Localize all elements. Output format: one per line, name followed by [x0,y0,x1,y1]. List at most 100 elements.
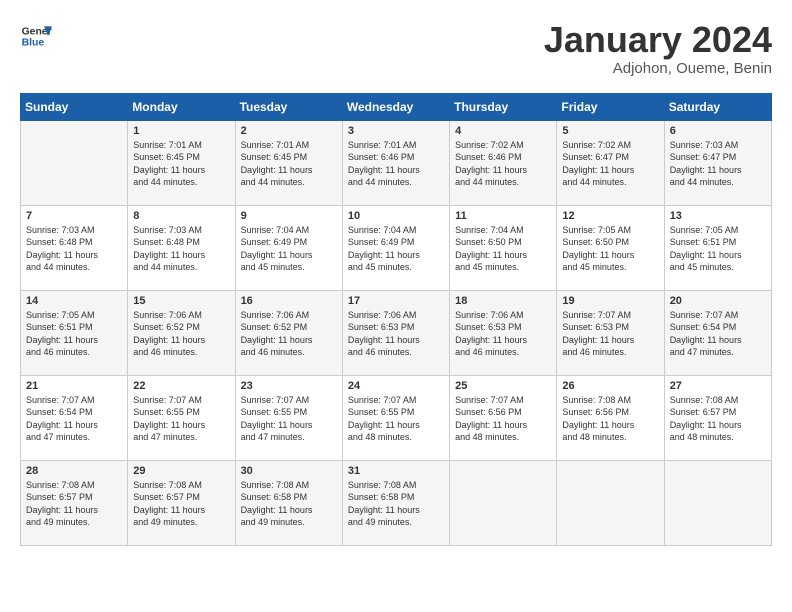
calendar-week-row: 28 Sunrise: 7:08 AM Sunset: 6:57 PM Dayli… [21,460,772,545]
day-info: Sunrise: 7:08 AM Sunset: 6:58 PM Dayligh… [348,479,444,529]
day-number: 15 [133,295,229,307]
calendar-day-cell: 1Sunrise: 7:01 AM Sunset: 6:45 PM Daylig… [128,120,235,205]
day-info: Sunrise: 7:06 AM Sunset: 6:52 PM Dayligh… [241,309,337,359]
day-info: Sunrise: 7:04 AM Sunset: 6:49 PM Dayligh… [241,224,337,274]
day-info: Sunrise: 7:05 AM Sunset: 6:51 PM Dayligh… [670,224,766,274]
day-info: Sunrise: 7:03 AM Sunset: 6:48 PM Dayligh… [133,224,229,274]
calendar-day-cell: 22 Sunrise: 7:07 AM Sunset: 6:55 PM Dayli… [128,375,235,460]
day-number: 9 [241,210,337,222]
day-info: Sunrise: 7:05 AM Sunset: 6:50 PM Dayligh… [562,224,658,274]
day-number: 5 [562,125,658,137]
logo: General Blue [20,20,52,52]
day-info: Sunrise: 7:07 AM Sunset: 6:53 PM Dayligh… [562,309,658,359]
day-number: 31 [348,465,444,477]
calendar-day-cell: 31 Sunrise: 7:08 AM Sunset: 6:58 PM Dayli… [342,460,449,545]
day-number: 30 [241,465,337,477]
calendar-day-cell: 9 Sunrise: 7:04 AM Sunset: 6:49 PM Daylig… [235,205,342,290]
day-info: Sunrise: 7:07 AM Sunset: 6:54 PM Dayligh… [26,394,122,444]
calendar-day-cell [450,460,557,545]
day-info: Sunrise: 7:08 AM Sunset: 6:57 PM Dayligh… [670,394,766,444]
day-number: 25 [455,380,551,392]
calendar-day-cell: 5 Sunrise: 7:02 AM Sunset: 6:47 PM Daylig… [557,120,664,205]
day-number: 26 [562,380,658,392]
day-number: 7 [26,210,122,222]
calendar-day-cell: 17 Sunrise: 7:06 AM Sunset: 6:53 PM Dayli… [342,290,449,375]
calendar-day-cell: 24Sunrise: 7:07 AM Sunset: 6:55 PM Dayli… [342,375,449,460]
calendar-day-cell: 6 Sunrise: 7:03 AM Sunset: 6:47 PM Daylig… [664,120,771,205]
day-number: 12 [562,210,658,222]
day-info: Sunrise: 7:03 AM Sunset: 6:47 PM Dayligh… [670,139,766,189]
weekday-header-cell: Wednesday [342,93,449,120]
day-info: Sunrise: 7:01 AM Sunset: 6:45 PM Dayligh… [133,139,229,189]
day-number: 6 [670,125,766,137]
day-info: Sunrise: 7:08 AM Sunset: 6:58 PM Dayligh… [241,479,337,529]
day-info: Sunrise: 7:02 AM Sunset: 6:46 PM Dayligh… [455,139,551,189]
calendar-day-cell: 28 Sunrise: 7:08 AM Sunset: 6:57 PM Dayli… [21,460,128,545]
weekday-header-cell: Friday [557,93,664,120]
calendar-day-cell: 27 Sunrise: 7:08 AM Sunset: 6:57 PM Dayli… [664,375,771,460]
calendar-day-cell: 29Sunrise: 7:08 AM Sunset: 6:57 PM Dayli… [128,460,235,545]
calendar-day-cell [664,460,771,545]
day-info: Sunrise: 7:06 AM Sunset: 6:53 PM Dayligh… [348,309,444,359]
day-number: 28 [26,465,122,477]
day-number: 22 [133,380,229,392]
weekday-header-cell: Saturday [664,93,771,120]
svg-text:Blue: Blue [22,38,45,49]
day-number: 14 [26,295,122,307]
calendar-day-cell: 21 Sunrise: 7:07 AM Sunset: 6:54 PM Dayli… [21,375,128,460]
weekday-header-cell: Sunday [21,93,128,120]
calendar-day-cell: 16 Sunrise: 7:06 AM Sunset: 6:52 PM Dayli… [235,290,342,375]
calendar-day-cell [21,120,128,205]
day-number: 27 [670,380,766,392]
calendar-day-cell: 23Sunrise: 7:07 AM Sunset: 6:55 PM Dayli… [235,375,342,460]
calendar-day-cell: 13 Sunrise: 7:05 AM Sunset: 6:51 PM Dayli… [664,205,771,290]
calendar-day-cell: 7 Sunrise: 7:03 AM Sunset: 6:48 PM Daylig… [21,205,128,290]
calendar-body: 1Sunrise: 7:01 AM Sunset: 6:45 PM Daylig… [21,120,772,545]
day-info: Sunrise: 7:08 AM Sunset: 6:56 PM Dayligh… [562,394,658,444]
calendar-day-cell: 20Sunrise: 7:07 AM Sunset: 6:54 PM Dayli… [664,290,771,375]
calendar-day-cell: 4 Sunrise: 7:02 AM Sunset: 6:46 PM Daylig… [450,120,557,205]
day-number: 4 [455,125,551,137]
day-info: Sunrise: 7:01 AM Sunset: 6:45 PM Dayligh… [241,139,337,189]
day-info: Sunrise: 7:07 AM Sunset: 6:55 PM Dayligh… [241,394,337,444]
calendar-week-row: 1Sunrise: 7:01 AM Sunset: 6:45 PM Daylig… [21,120,772,205]
day-number: 3 [348,125,444,137]
day-number: 10 [348,210,444,222]
calendar-week-row: 14 Sunrise: 7:05 AM Sunset: 6:51 PM Dayli… [21,290,772,375]
day-info: Sunrise: 7:07 AM Sunset: 6:56 PM Dayligh… [455,394,551,444]
day-info: Sunrise: 7:02 AM Sunset: 6:47 PM Dayligh… [562,139,658,189]
calendar-day-cell: 26 Sunrise: 7:08 AM Sunset: 6:56 PM Dayli… [557,375,664,460]
calendar-day-cell: 12 Sunrise: 7:05 AM Sunset: 6:50 PM Dayli… [557,205,664,290]
day-number: 21 [26,380,122,392]
day-info: Sunrise: 7:05 AM Sunset: 6:51 PM Dayligh… [26,309,122,359]
calendar-day-cell: 11Sunrise: 7:04 AM Sunset: 6:50 PM Dayli… [450,205,557,290]
logo-icon: General Blue [20,20,52,52]
calendar-day-cell: 14 Sunrise: 7:05 AM Sunset: 6:51 PM Dayli… [21,290,128,375]
page-header: General Blue January 2024 Adjohon, Oueme… [20,20,772,77]
calendar-week-row: 21 Sunrise: 7:07 AM Sunset: 6:54 PM Dayli… [21,375,772,460]
day-number: 19 [562,295,658,307]
day-number: 16 [241,295,337,307]
day-info: Sunrise: 7:06 AM Sunset: 6:53 PM Dayligh… [455,309,551,359]
day-info: Sunrise: 7:07 AM Sunset: 6:55 PM Dayligh… [133,394,229,444]
calendar-day-cell: 2 Sunrise: 7:01 AM Sunset: 6:45 PM Daylig… [235,120,342,205]
weekday-header-cell: Tuesday [235,93,342,120]
day-number: 2 [241,125,337,137]
day-info: Sunrise: 7:01 AM Sunset: 6:46 PM Dayligh… [348,139,444,189]
calendar-week-row: 7 Sunrise: 7:03 AM Sunset: 6:48 PM Daylig… [21,205,772,290]
day-number: 13 [670,210,766,222]
title-block: January 2024 Adjohon, Oueme, Benin [544,20,772,77]
calendar-day-cell: 30 Sunrise: 7:08 AM Sunset: 6:58 PM Dayli… [235,460,342,545]
day-info: Sunrise: 7:08 AM Sunset: 6:57 PM Dayligh… [26,479,122,529]
day-number: 11 [455,210,551,222]
location-subtitle: Adjohon, Oueme, Benin [544,60,772,77]
weekday-header-cell: Monday [128,93,235,120]
calendar-day-cell: 18Sunrise: 7:06 AM Sunset: 6:53 PM Dayli… [450,290,557,375]
month-title: January 2024 [544,20,772,60]
day-info: Sunrise: 7:06 AM Sunset: 6:52 PM Dayligh… [133,309,229,359]
day-number: 17 [348,295,444,307]
day-number: 29 [133,465,229,477]
weekday-header-cell: Thursday [450,93,557,120]
calendar-day-cell: 25 Sunrise: 7:07 AM Sunset: 6:56 PM Dayli… [450,375,557,460]
day-info: Sunrise: 7:03 AM Sunset: 6:48 PM Dayligh… [26,224,122,274]
